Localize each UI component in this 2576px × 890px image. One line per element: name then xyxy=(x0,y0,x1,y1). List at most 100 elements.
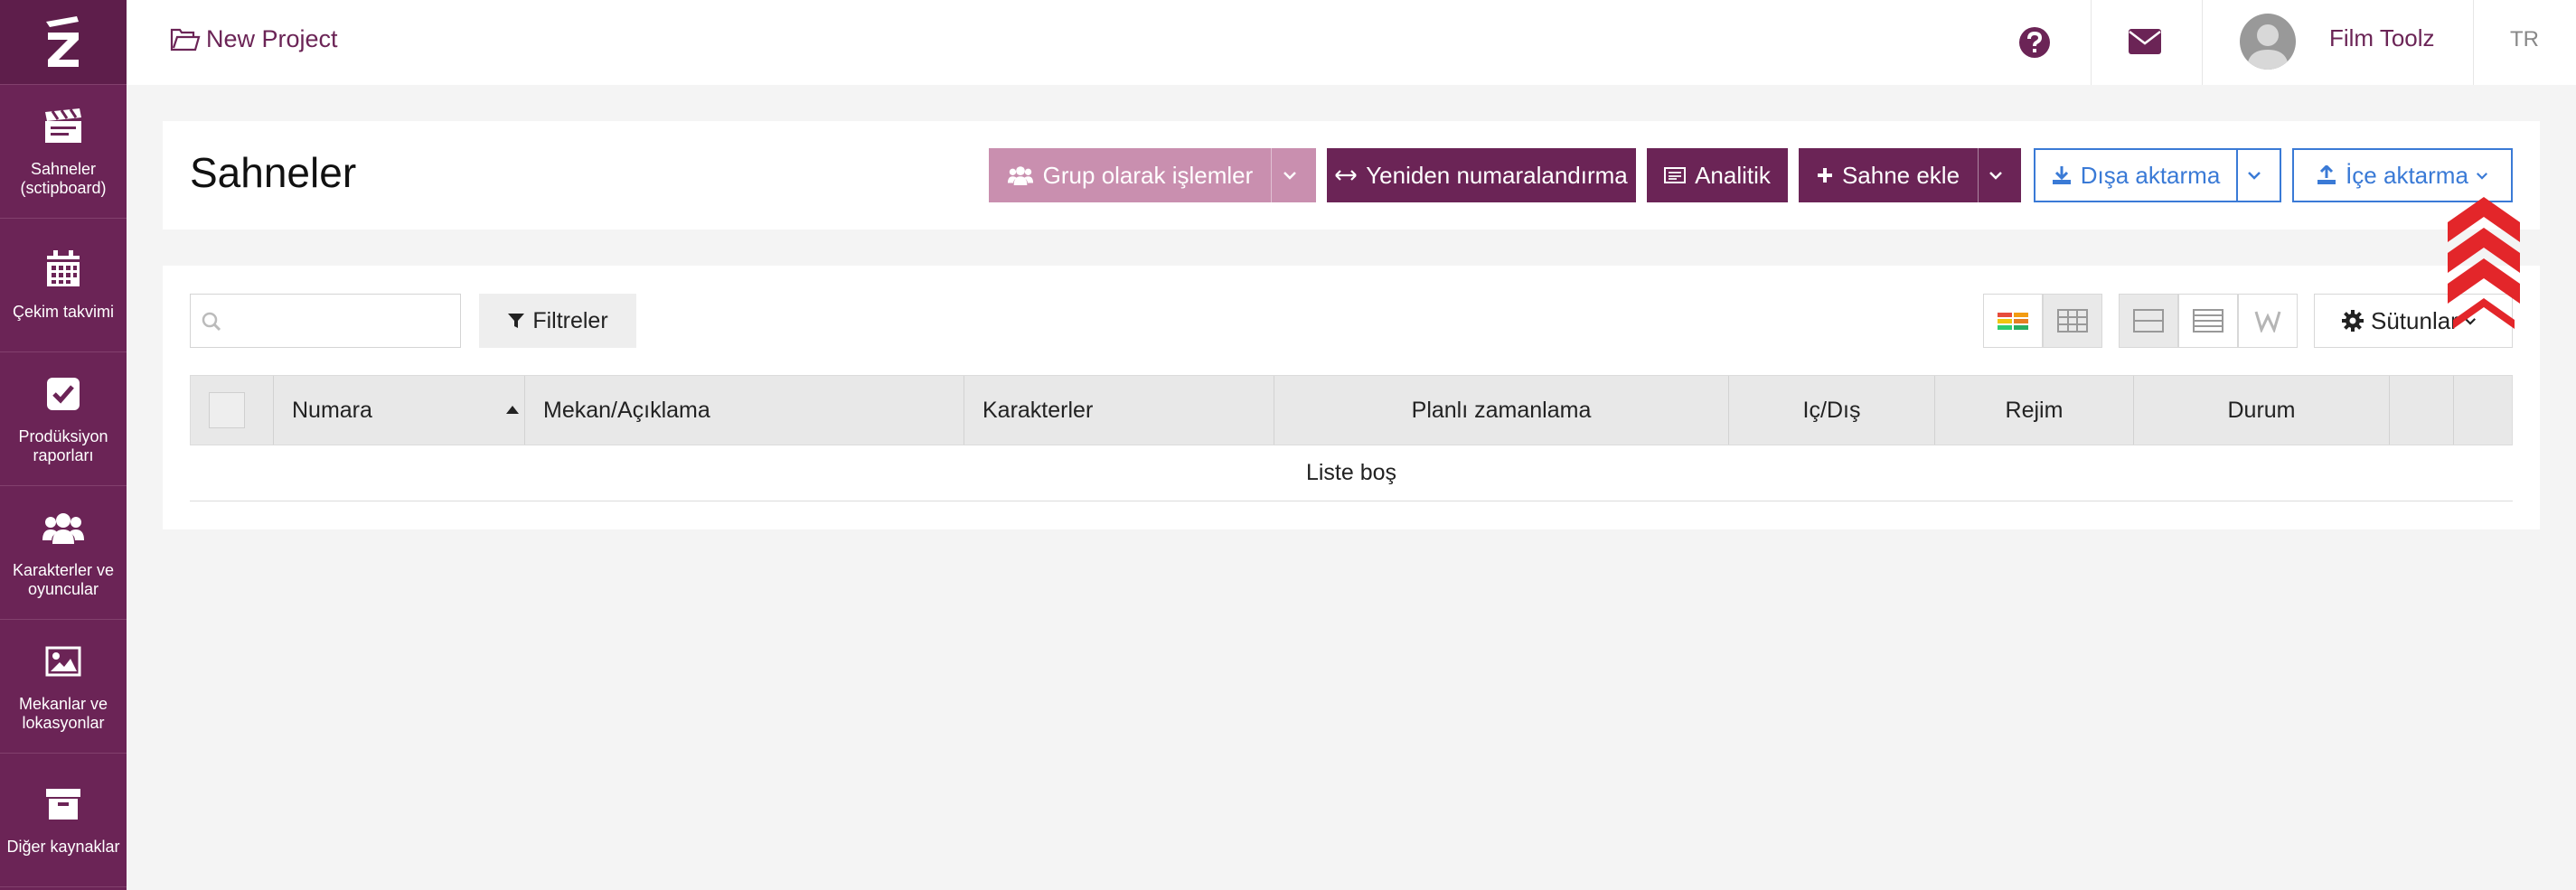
filter-icon xyxy=(508,314,525,328)
search-icon xyxy=(202,312,221,332)
language-switcher[interactable]: TR xyxy=(2510,27,2539,52)
chevron-down-icon xyxy=(2476,172,2487,180)
calendar-icon xyxy=(42,248,84,290)
sidebar-item-label: Diğer kaynaklar xyxy=(6,838,120,856)
archive-icon xyxy=(42,783,84,825)
arrows-horizontal-icon xyxy=(1335,170,1357,181)
analytics-button[interactable]: Analitik xyxy=(1647,148,1788,202)
export-button[interactable]: Dışa aktarma xyxy=(2034,148,2238,202)
sidebar-item-characters[interactable]: Karakterler ve oyuncular xyxy=(0,486,127,620)
column-header-label: Rejim xyxy=(2005,397,2064,423)
divider xyxy=(2091,0,2092,85)
users-icon xyxy=(1007,166,1033,185)
add-scene-label: Sahne ekle xyxy=(1841,161,1960,189)
import-button[interactable]: İçe aktarma xyxy=(2292,148,2513,202)
group-actions-button[interactable]: Grup olarak işlemler xyxy=(989,148,1271,202)
column-header-int-ext[interactable]: Iç/Dış xyxy=(1729,376,1935,445)
user-silhouette-icon xyxy=(2247,24,2289,70)
export-label: Dışa aktarma xyxy=(2080,161,2221,189)
upload-icon xyxy=(2317,165,2336,184)
column-header-label: Karakterler xyxy=(982,397,1094,423)
sidebar-item-locations[interactable]: Mekanlar ve lokasyonlar xyxy=(0,620,127,754)
sidebar-item-label: Çekim takvimi xyxy=(12,303,114,321)
word-w-icon xyxy=(2254,311,2281,333)
clapperboard-icon xyxy=(42,106,84,147)
newspaper-icon xyxy=(1664,167,1687,183)
gear-icon xyxy=(2342,310,2364,332)
add-scene-button[interactable]: Sahne ekle xyxy=(1799,148,1978,202)
column-header-label: Durum xyxy=(2227,397,2296,423)
select-all-cell xyxy=(191,376,274,445)
top-bar: New Project Film Toolz TR xyxy=(127,0,2576,85)
divider xyxy=(2473,0,2474,85)
chevron-down-icon xyxy=(1988,172,2002,180)
sidebar-item-shooting-schedule[interactable]: Çekim takvimi xyxy=(0,219,127,352)
app-logo[interactable] xyxy=(0,0,127,85)
table-grid-icon xyxy=(2057,309,2088,333)
chevron-down-icon xyxy=(2248,172,2261,180)
select-all-checkbox[interactable] xyxy=(209,392,245,428)
column-header-number[interactable]: Numara xyxy=(274,376,525,445)
detailed-rows-toggle[interactable] xyxy=(2178,294,2238,348)
up-chevron-indicator-icon xyxy=(2448,197,2520,329)
sidebar-item-other-resources[interactable]: Diğer kaynaklar xyxy=(0,754,127,887)
rows-compact-icon xyxy=(2133,309,2164,333)
divider xyxy=(2202,0,2203,85)
compact-rows-toggle[interactable] xyxy=(2119,294,2178,348)
sidebar-item-label: Prodüksiyon raporları xyxy=(18,426,108,464)
sidebar-item-scenes[interactable]: Sahneler (sctipboard) xyxy=(0,85,127,219)
sidebar-item-label: Karakterler ve oyuncular xyxy=(12,560,115,598)
column-header-planned-schedule[interactable]: Planlı zamanlama xyxy=(1274,376,1729,445)
column-header-label: Iç/Dış xyxy=(1802,397,1861,423)
checkbox-icon xyxy=(42,373,84,415)
sort-ascending-icon xyxy=(506,406,519,414)
sidebar-item-production-reports[interactable]: Prodüksiyon raporları xyxy=(0,352,127,486)
column-header-regime[interactable]: Rejim xyxy=(1935,376,2134,445)
rows-list-icon xyxy=(2193,309,2223,333)
columns-label: Sütunlar xyxy=(2371,306,2458,334)
filters-label: Filtreler xyxy=(532,307,608,333)
color-strips-icon xyxy=(1998,313,2028,330)
renumber-button[interactable]: Yeniden numaralandırma xyxy=(1327,148,1636,202)
column-header-status[interactable]: Durum xyxy=(2134,376,2390,445)
color-strips-view-toggle[interactable] xyxy=(1983,294,2043,348)
filters-button[interactable]: Filtreler xyxy=(479,294,636,348)
page-header: Sahneler Grup olarak işlemler Yeniden nu… xyxy=(163,121,2540,230)
add-scene-dropdown-toggle[interactable] xyxy=(1978,148,2021,202)
scenes-table-panel: Filtreler Sütunlar Numara Mekan/Açıklama… xyxy=(163,266,2540,529)
user-name[interactable]: Film Toolz xyxy=(2329,24,2435,52)
renumber-label: Yeniden numaralandırma xyxy=(1366,161,1628,189)
empty-list-message: Liste boş xyxy=(190,445,2513,501)
search-input[interactable] xyxy=(190,294,461,348)
analytics-label: Analitik xyxy=(1695,161,1771,189)
import-label: İçe aktarma xyxy=(2346,161,2468,189)
column-header-characters[interactable]: Karakterler xyxy=(964,376,1274,445)
table-header: Numara Mekan/Açıklama Karakterler Planlı… xyxy=(190,375,2513,445)
sidebar: Sahneler (sctipboard) Çekim takvimi Prod… xyxy=(0,0,127,890)
users-icon xyxy=(42,507,84,548)
plus-icon xyxy=(1817,168,1832,183)
group-actions-label: Grup olarak işlemler xyxy=(1042,161,1254,189)
column-header-label: Planlı zamanlama xyxy=(1411,397,1592,423)
image-icon xyxy=(42,641,84,682)
sidebar-item-label: Sahneler (sctipboard) xyxy=(20,159,107,197)
column-header-label: Mekan/Açıklama xyxy=(543,397,710,423)
group-actions-dropdown-toggle[interactable] xyxy=(1271,148,1316,202)
help-icon[interactable] xyxy=(2018,26,2051,63)
filmtoolz-logo-icon xyxy=(46,15,79,67)
mail-icon[interactable] xyxy=(2128,28,2162,60)
page-title: Sahneler xyxy=(190,149,357,196)
project-selector[interactable]: New Project xyxy=(170,25,338,53)
download-icon xyxy=(2052,166,2071,184)
word-export-toggle[interactable] xyxy=(2238,294,2298,348)
column-header-location[interactable]: Mekan/Açıklama xyxy=(525,376,964,445)
column-header-blank xyxy=(2454,376,2512,445)
column-header-label: Numara xyxy=(292,397,372,423)
sidebar-item-label: Mekanlar ve lokasyonlar xyxy=(18,694,108,732)
avatar[interactable] xyxy=(2240,14,2296,70)
folder-open-icon xyxy=(170,28,201,51)
table-view-toggle[interactable] xyxy=(2043,294,2102,348)
export-dropdown-toggle[interactable] xyxy=(2236,148,2281,202)
column-header-blank xyxy=(2390,376,2454,445)
project-name: New Project xyxy=(206,25,338,52)
